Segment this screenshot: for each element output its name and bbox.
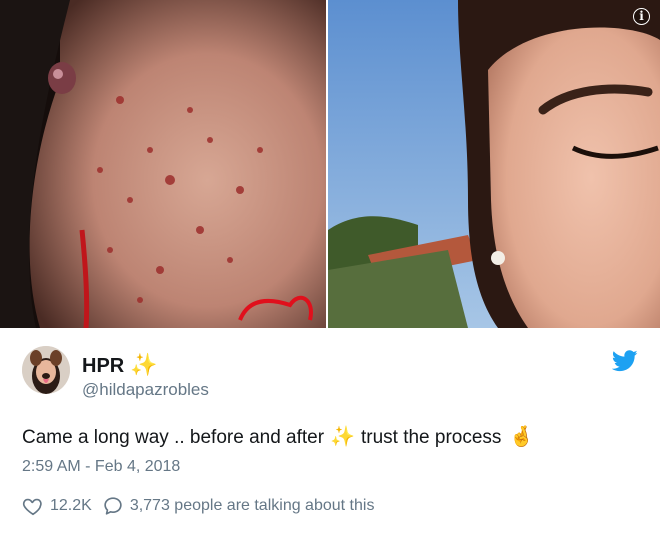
talking-count: 3,773 people are talking about this	[129, 497, 375, 514]
before-photo[interactable]	[0, 0, 326, 328]
tweet-text-part-1: Came a long way .. before and after	[22, 427, 325, 448]
tweet-timestamp[interactable]: 2:59 AM - Feb 4, 2018	[22, 458, 180, 476]
tweet-header: HPR ✨ @hildapazrobles	[22, 344, 638, 400]
sparkles-icon: ✨	[130, 352, 158, 377]
display-name-text: HPR	[82, 355, 125, 377]
tweet-actions: 12.2K 3,773 people are talking about thi…	[22, 494, 374, 518]
tweet-text: Came a long way .. before and after ✨ trus…	[22, 424, 534, 449]
twitter-bird-icon[interactable]	[612, 350, 638, 372]
tweet-text-part-2: trust the process	[360, 427, 502, 448]
crossed-fingers-icon: 🤞	[509, 426, 535, 448]
tweet-card: i HPR ✨ @hildapazrobles Came a long way .…	[0, 0, 660, 535]
tweet-media[interactable]: i	[0, 0, 660, 328]
like-count: 12.2K	[50, 497, 92, 514]
conversation-action[interactable]: 3,773 people are talking about this	[102, 495, 375, 517]
display-name[interactable]: HPR ✨	[82, 352, 158, 378]
speech-bubble-icon[interactable]	[102, 495, 124, 517]
after-photo[interactable]: i	[328, 0, 660, 328]
handle[interactable]: @hildapazrobles	[82, 380, 209, 400]
info-icon[interactable]: i	[633, 8, 650, 25]
like-action[interactable]: 12.2K	[22, 495, 92, 517]
heart-icon[interactable]	[22, 495, 44, 517]
sparkles-icon: ✨	[330, 426, 355, 448]
avatar[interactable]	[22, 346, 70, 394]
